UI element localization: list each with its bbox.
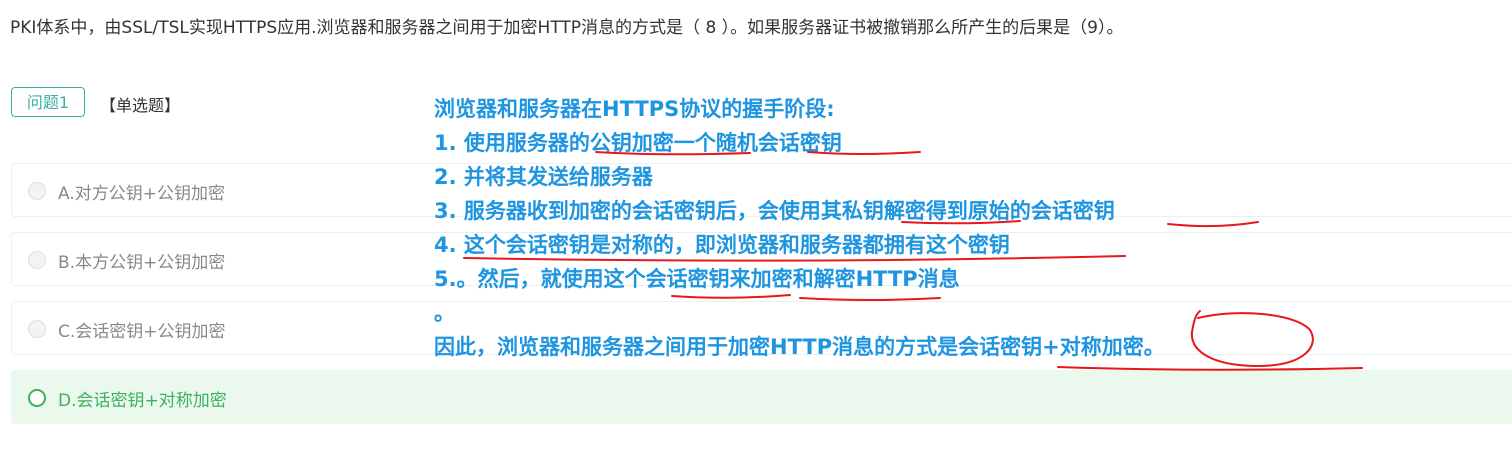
question-number-badge[interactable]: 问题1 (11, 87, 85, 117)
annotation-line: 1. 使用服务器的公钥加密一个随机会话密钥 (434, 131, 842, 155)
explanation-annotation: 浏览器和服务器在HTTPS协议的握手阶段: 1. 使用服务器的公钥加密一个随机会… (434, 92, 1165, 364)
question-type-label: 【单选题】 (100, 96, 181, 115)
annotation-line: 5.。然后，就使用这个会话密钥来加密和解密HTTP消息 (434, 267, 960, 291)
option-b-label: B.本方公钥+公钥加密 (58, 253, 226, 273)
question-text: PKI体系中，由SSL/TSL实现HTTPS应用.浏览器和服务器之间用于加密HT… (10, 18, 1124, 38)
radio-icon[interactable] (28, 182, 46, 200)
option-d-correct[interactable]: D.会话密钥+对称加密 (11, 370, 1512, 424)
option-d-label: D.会话密钥+对称加密 (58, 391, 227, 411)
radio-icon[interactable] (28, 320, 46, 338)
quiz-page: PKI体系中，由SSL/TSL实现HTTPS应用.浏览器和服务器之间用于加密HT… (0, 0, 1512, 450)
annotation-line: 4. 这个会话密钥是对称的，即浏览器和服务器都拥有这个密钥 (434, 233, 1010, 257)
option-c-label: C.会话密钥+公钥加密 (58, 322, 226, 342)
underline-mark (1167, 221, 1259, 228)
option-a-label: A.对方公钥+公钥加密 (58, 184, 225, 204)
annotation-line: 2. 并将其发送给服务器 (434, 165, 653, 189)
annotation-line: 3. 服务器收到加密的会话密钥后，会使用其私钥解密得到原始的会话密钥 (434, 199, 1115, 223)
annotation-line: 因此，浏览器和服务器之间用于加密HTTP消息的方式是会话密钥+对称加密。 (434, 335, 1165, 359)
annotation-line: 。 (434, 301, 455, 325)
radio-selected-icon[interactable] (28, 389, 46, 407)
annotation-line: 浏览器和服务器在HTTPS协议的握手阶段: (434, 97, 835, 121)
radio-icon[interactable] (28, 251, 46, 269)
